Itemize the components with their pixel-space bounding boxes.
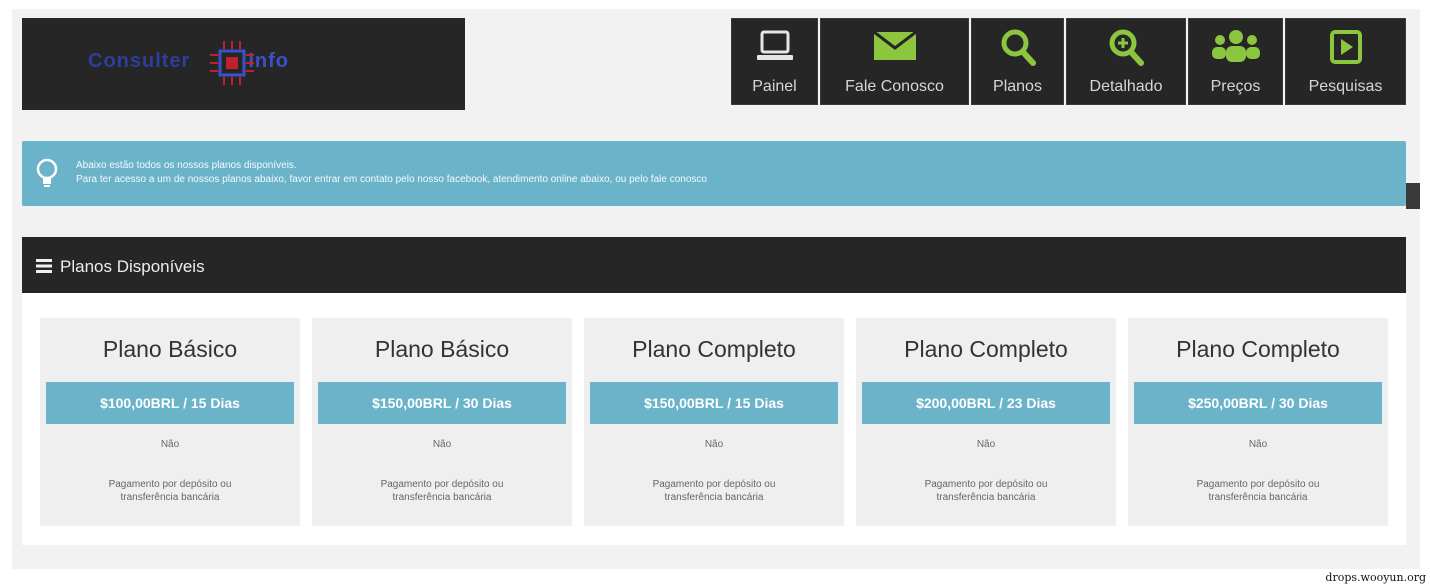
nav-label: Fale Conosco — [845, 78, 944, 95]
nav-pesquisas-button[interactable]: Pesquisas — [1285, 18, 1406, 105]
plan-card: Plano Completo $200,00BRL / 23 Dias Não … — [856, 318, 1116, 526]
nav-precos-button[interactable]: Preços — [1188, 18, 1283, 105]
envelope-icon — [872, 30, 917, 60]
users-icon — [1211, 30, 1260, 62]
plan-card: Plano Básico $150,00BRL / 30 Dias Não Pa… — [312, 318, 572, 526]
side-tab-handle[interactable] — [1406, 183, 1420, 209]
nav-label: Detalhado — [1089, 78, 1163, 95]
plan-price[interactable]: $200,00BRL / 23 Dias — [862, 382, 1110, 424]
plan-price[interactable]: $100,00BRL / 15 Dias — [46, 382, 294, 424]
zoom-in-icon — [1109, 29, 1144, 66]
chip-logo-icon — [210, 41, 254, 85]
info-alert: Abaixo estão todos os nossos planos disp… — [22, 141, 1406, 206]
plan-name: Plano Completo — [632, 336, 796, 362]
play-icon — [1329, 30, 1362, 64]
nav-label: Painel — [752, 78, 797, 95]
plan-flag: Não — [160, 439, 180, 450]
plan-payment: Pagamento por depósito ou transferência … — [380, 479, 504, 503]
panel-title: Planos Disponíveis — [60, 257, 205, 276]
plan-payment: Pagamento por depósito ou transferência … — [1196, 479, 1320, 503]
plan-price[interactable]: $150,00BRL / 30 Dias — [318, 382, 566, 424]
plan-payment: Pagamento por depósito ou transferência … — [652, 479, 776, 503]
search-icon — [1001, 29, 1036, 66]
nav-detalhado-button[interactable]: Detalhado — [1066, 18, 1186, 105]
plan-card: Plano Completo $150,00BRL / 15 Dias Não … — [584, 318, 844, 526]
info-text-line1: Abaixo estão todos os nossos planos disp… — [76, 160, 297, 171]
plan-price[interactable]: $150,00BRL / 15 Dias — [590, 382, 838, 424]
plan-name: Plano Básico — [102, 336, 238, 362]
plan-flag: Não — [976, 439, 996, 450]
plan-card: Plano Básico $100,00BRL / 15 Dias Não Pa… — [40, 318, 300, 526]
plan-name: Plano Completo — [904, 336, 1068, 362]
plan-payment: Pagamento por depósito ou transferência … — [108, 479, 232, 503]
nav-label: Preços — [1210, 78, 1261, 95]
watermark-credit: drops.wooyun.org — [1325, 571, 1426, 584]
plan-card: Plano Completo $250,00BRL / 30 Dias Não … — [1128, 318, 1388, 526]
plan-flag: Não — [1248, 439, 1268, 450]
info-text-line2: Para ter acesso a um de nossos planos ab… — [76, 174, 707, 185]
plan-price[interactable]: $250,00BRL / 30 Dias — [1134, 382, 1382, 424]
nav-painel-button[interactable]: Painel — [731, 18, 818, 105]
site-logo[interactable]: Consulter Info — [22, 18, 465, 110]
plan-flag: Não — [432, 439, 452, 450]
logo-text-left: Consulter — [88, 50, 191, 72]
plan-payment: Pagamento por depósito ou transferência … — [924, 479, 1048, 503]
menu-icon — [36, 259, 52, 273]
nav-planos-button[interactable]: Planos — [971, 18, 1064, 105]
plan-name: Plano Básico — [374, 336, 510, 362]
nav-label: Pesquisas — [1308, 78, 1383, 95]
plans-panel-header: Planos Disponíveis — [22, 237, 1406, 293]
lightbulb-icon — [36, 158, 58, 187]
nav-label: Planos — [993, 78, 1042, 95]
plan-name: Plano Completo — [1176, 336, 1340, 362]
laptop-icon — [756, 30, 793, 60]
plan-flag: Não — [704, 439, 724, 450]
nav-fale-conosco-button[interactable]: Fale Conosco — [820, 18, 969, 105]
